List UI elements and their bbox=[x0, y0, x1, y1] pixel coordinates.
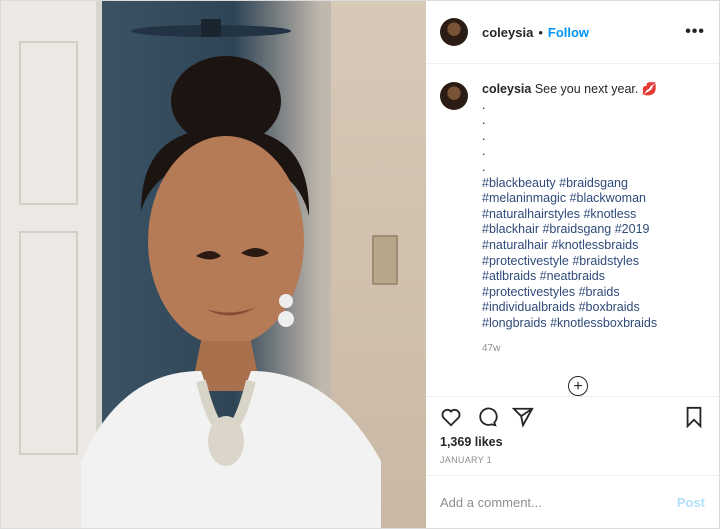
bookmark-icon[interactable] bbox=[683, 406, 705, 428]
post-sidebar: coleysia • Follow ••• coleysia See you n… bbox=[426, 1, 719, 528]
caption-text: See you next year. bbox=[534, 82, 639, 96]
avatar[interactable] bbox=[440, 82, 468, 110]
post-header: coleysia • Follow ••• bbox=[426, 1, 719, 64]
post-modal: coleysia • Follow ••• coleysia See you n… bbox=[0, 0, 720, 529]
paper-plane-icon[interactable] bbox=[512, 406, 534, 428]
caption-timestamp: 47w bbox=[482, 342, 501, 354]
caption-dots: . . . . . bbox=[482, 97, 486, 174]
post-photo[interactable] bbox=[1, 1, 426, 528]
follow-button[interactable]: Follow bbox=[548, 25, 589, 40]
plus-circle-icon[interactable]: + bbox=[568, 376, 588, 396]
separator-dot: • bbox=[538, 24, 543, 40]
likes-count[interactable]: 1,369 likes bbox=[426, 435, 719, 449]
action-bar bbox=[426, 396, 719, 437]
heart-icon[interactable] bbox=[440, 406, 462, 428]
comment-box: Add a comment... Post bbox=[426, 475, 719, 528]
caption-username[interactable]: coleysia bbox=[482, 82, 531, 96]
lips-emoji: 💋 bbox=[641, 82, 658, 96]
avatar[interactable] bbox=[440, 18, 468, 46]
comment-input[interactable]: Add a comment... bbox=[440, 495, 542, 510]
post-date: JANUARY 1 bbox=[440, 455, 492, 465]
person bbox=[81, 56, 381, 528]
comment-icon[interactable] bbox=[476, 406, 498, 428]
caption: coleysia See you next year. 💋 . . . . . … bbox=[440, 82, 705, 356]
post-button[interactable]: Post bbox=[677, 495, 705, 510]
hashtags[interactable]: #blackbeauty #braidsgang #melaninmagic #… bbox=[482, 176, 657, 332]
username-link[interactable]: coleysia bbox=[482, 25, 533, 40]
more-options-icon[interactable]: ••• bbox=[685, 23, 705, 41]
comments-area: coleysia See you next year. 💋 . . . . . … bbox=[426, 64, 719, 396]
